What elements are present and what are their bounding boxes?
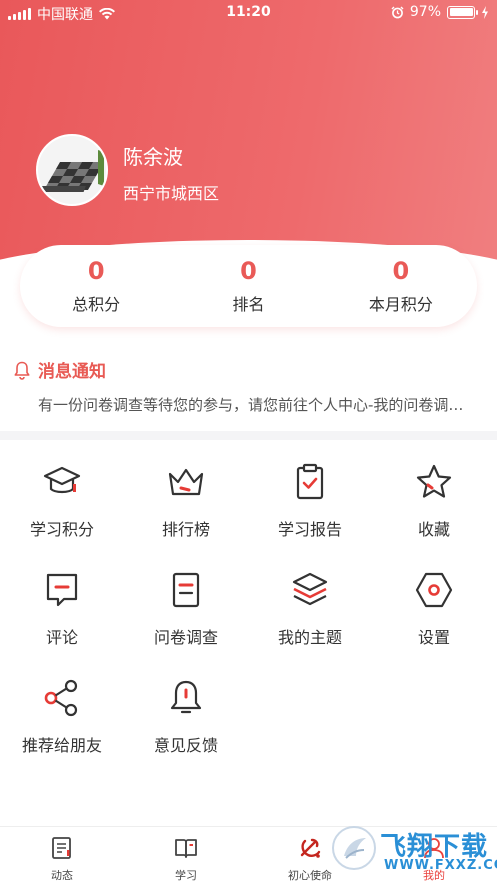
stat-value: 0 xyxy=(87,257,105,285)
layers-icon xyxy=(292,572,328,606)
bell-icon xyxy=(14,361,30,380)
hexagon-settings-icon xyxy=(415,572,453,608)
stat-value: 0 xyxy=(240,257,257,285)
stat-monthly-points[interactable]: 0 本月积分 xyxy=(325,257,477,315)
tab-label: 学习 xyxy=(175,869,197,882)
menu-label: 学习报告 xyxy=(277,520,342,539)
clipboard-check-icon xyxy=(296,463,324,500)
menu-label: 学习积分 xyxy=(29,520,94,539)
stat-label: 排名 xyxy=(232,295,265,314)
battery-percent: 97% xyxy=(409,4,441,20)
menu-label: 收藏 xyxy=(417,520,450,539)
tab-study[interactable]: 学习 xyxy=(124,835,248,883)
menu-item-study-points[interactable]: 学习积分 xyxy=(0,462,124,540)
stat-label: 总积分 xyxy=(72,295,121,314)
menu-item-leaderboard[interactable]: 排行榜 xyxy=(124,462,248,540)
stat-label: 本月积分 xyxy=(368,295,433,314)
menu-label: 推荐给朋友 xyxy=(21,736,102,755)
menu-item-favorites[interactable]: 收藏 xyxy=(372,462,496,540)
menu-label: 意见反馈 xyxy=(153,736,218,755)
watermark-logo-icon xyxy=(332,826,376,870)
share-icon xyxy=(44,679,78,717)
menu-item-study-report[interactable]: 学习报告 xyxy=(248,462,372,540)
bell-icon xyxy=(170,680,202,714)
menu-item-survey[interactable]: 问卷调查 xyxy=(124,570,248,648)
menu-label: 评论 xyxy=(45,628,78,647)
user-location: 西宁市城西区 xyxy=(123,184,220,203)
watermark-url: WWW.FXXZ.COM xyxy=(384,858,497,873)
book-icon xyxy=(175,839,197,858)
menu-label: 我的主题 xyxy=(277,628,342,647)
comment-icon xyxy=(46,573,78,607)
tab-news[interactable]: 动态 xyxy=(0,835,124,883)
user-name: 陈余波 xyxy=(123,145,183,169)
notice-section[interactable]: 消息通知 有一份问卷调查等待您的参与，请您前往个人中心-我的问卷调查中参与 xyxy=(12,357,487,415)
section-divider xyxy=(0,431,497,440)
menu-item-my-theme[interactable]: 我的主题 xyxy=(248,570,372,648)
menu-item-recommend[interactable]: 推荐给朋友 xyxy=(0,678,124,756)
stat-total-points[interactable]: 0 总积分 xyxy=(20,257,172,315)
menu-label: 问卷调查 xyxy=(153,628,218,647)
document-icon xyxy=(172,572,200,608)
graduation-cap-icon xyxy=(43,466,81,494)
avatar[interactable] xyxy=(36,134,108,206)
party-emblem-icon xyxy=(300,838,321,858)
watermark: 飞翔下载 WWW.FXXZ.COM xyxy=(330,822,497,878)
news-icon xyxy=(52,837,71,859)
crown-icon xyxy=(168,468,204,496)
stats-card: 0 总积分 0 排名 0 本月积分 xyxy=(20,245,477,327)
alarm-icon xyxy=(391,6,404,18)
battery-icon xyxy=(447,5,478,19)
menu-item-comments[interactable]: 评论 xyxy=(0,570,124,648)
stat-value: 0 xyxy=(392,257,410,285)
star-icon xyxy=(416,464,452,498)
notice-title: 消息通知 xyxy=(38,362,106,382)
menu-label: 排行榜 xyxy=(161,520,210,539)
menu-item-settings[interactable]: 设置 xyxy=(372,570,496,648)
menu-item-feedback[interactable]: 意见反馈 xyxy=(124,678,248,756)
stat-rank[interactable]: 0 排名 xyxy=(172,257,324,315)
menu-label: 设置 xyxy=(417,628,450,647)
charging-icon xyxy=(482,5,488,19)
tab-label: 动态 xyxy=(51,869,73,882)
notice-text: 有一份问卷调查等待您的参与，请您前往个人中心-我的问卷调查中参与 xyxy=(38,396,478,414)
status-bar: 中国联通 11:20 97% xyxy=(0,0,497,26)
